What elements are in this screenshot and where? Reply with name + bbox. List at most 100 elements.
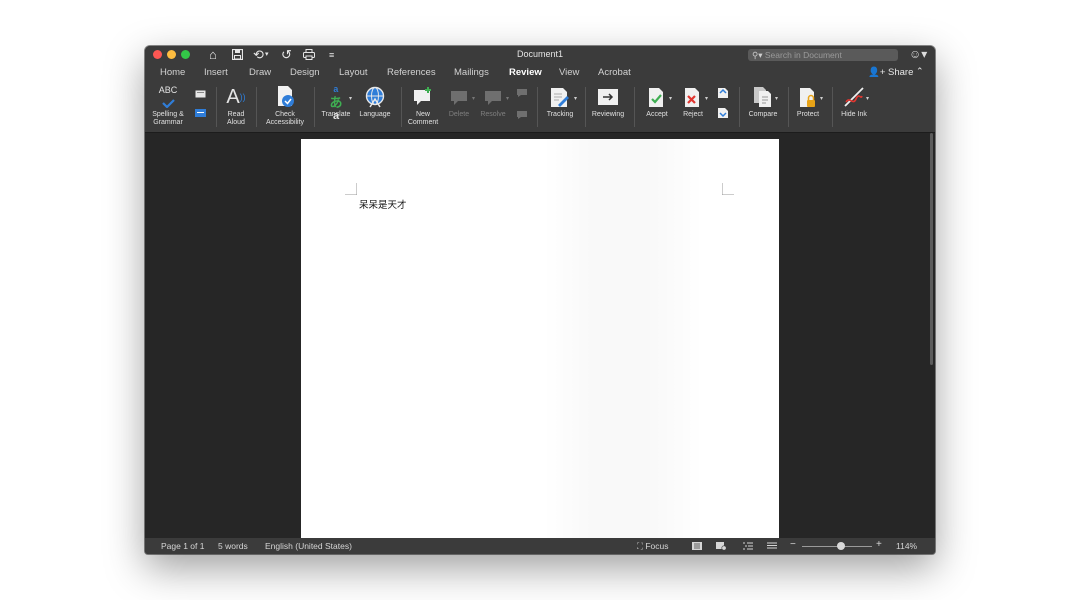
web-layout-view-icon[interactable]	[716, 542, 726, 550]
tab-design[interactable]: Design	[290, 67, 320, 78]
word-count[interactable]: 5 words	[218, 541, 248, 551]
resolve-comment-icon	[485, 91, 501, 105]
ribbon-separator	[314, 87, 315, 127]
word-count-icon	[195, 109, 206, 117]
outline-view-icon[interactable]	[743, 542, 753, 550]
next-change-icon[interactable]	[717, 107, 729, 119]
tab-review[interactable]: Review	[509, 67, 542, 78]
ribbon-separator	[585, 87, 586, 127]
read-aloud-icon: A))	[226, 86, 246, 108]
tab-mailings[interactable]: Mailings	[454, 67, 489, 78]
resolve-comment-button[interactable]: ▾ Resolve	[480, 82, 509, 132]
reject-change-icon	[685, 88, 699, 107]
ribbon-separator	[739, 87, 740, 127]
language-globe-icon	[365, 86, 385, 108]
translate-button[interactable]: ᵃあ a ▾ Translate	[321, 82, 352, 132]
search-input[interactable]: ⚲▾ Search in Document	[748, 49, 898, 61]
read-aloud-button[interactable]: A)) Read Aloud	[221, 82, 251, 132]
tab-references[interactable]: References	[387, 67, 436, 78]
resolve-label: Resolve	[480, 111, 506, 118]
accept-button[interactable]: ▾ Accept	[642, 82, 672, 132]
new-comment-icon	[414, 87, 431, 105]
protect-document-icon	[800, 88, 815, 107]
feedback-smiley-icon[interactable]: ☺▾	[909, 47, 927, 61]
reviewing-pane-icon	[598, 89, 618, 105]
tab-insert[interactable]: Insert	[204, 67, 228, 78]
document-page[interactable]: 呆呆是天才	[301, 139, 779, 539]
ribbon-separator	[634, 87, 635, 127]
tab-layout[interactable]: Layout	[339, 67, 368, 78]
reject-button[interactable]: ▾ Reject	[679, 82, 708, 132]
title-bar: ⌂ ⟲ ▾ ↺ ≡ Document1 ⚲▾ Search in Documen…	[145, 46, 935, 64]
compare-dropdown-icon[interactable]: ▾	[775, 95, 778, 102]
tab-acrobat[interactable]: Acrobat	[598, 67, 631, 78]
check-accessibility-label: Check Accessibility	[265, 111, 305, 126]
tab-home[interactable]: Home	[160, 67, 185, 78]
accessibility-icon	[278, 86, 294, 107]
next-comment-icon[interactable]	[516, 110, 528, 120]
read-aloud-label: Read Aloud	[227, 111, 245, 126]
compare-documents-icon	[754, 87, 771, 107]
new-comment-button[interactable]: New Comment	[408, 82, 438, 132]
spelling-check-icon: ABC	[156, 85, 180, 109]
ribbon-tabs: Home Insert Draw Design Layout Reference…	[145, 64, 935, 82]
share-label: Share	[888, 67, 914, 78]
top-left-margin-mark	[345, 183, 357, 195]
page-shade	[543, 139, 703, 539]
zoom-in-button[interactable]: +	[876, 539, 882, 550]
delete-dropdown-icon[interactable]: ▾	[472, 95, 475, 102]
previous-change-icon[interactable]	[717, 87, 729, 99]
comment-navigation	[515, 82, 529, 132]
translate-dropdown-icon[interactable]: ▾	[349, 95, 352, 102]
protect-dropdown-icon[interactable]: ▾	[820, 95, 823, 102]
focus-button[interactable]: ⛶ Focus	[637, 541, 668, 552]
protect-button[interactable]: ▾ Protect	[793, 82, 823, 132]
hide-ink-dropdown-icon[interactable]: ▾	[866, 95, 869, 102]
tracking-dropdown-icon[interactable]: ▾	[574, 95, 577, 102]
tab-draw[interactable]: Draw	[249, 67, 271, 78]
reject-dropdown-icon[interactable]: ▾	[705, 95, 708, 102]
word-window: ⌂ ⟲ ▾ ↺ ≡ Document1 ⚲▾ Search in Documen…	[145, 46, 935, 554]
hide-ink-icon	[844, 87, 864, 107]
document-canvas: 呆呆是天才	[145, 133, 935, 539]
zoom-out-button[interactable]: −	[790, 539, 796, 550]
collapse-ribbon-icon[interactable]: ⌃	[916, 66, 924, 77]
thesaurus-icon	[195, 90, 206, 98]
compare-button[interactable]: ▾ Compare	[745, 82, 781, 132]
previous-comment-icon[interactable]	[516, 88, 528, 98]
reviewing-button[interactable]: Reviewing	[590, 82, 626, 132]
thesaurus-button[interactable]	[193, 82, 207, 132]
draft-view-icon[interactable]	[767, 542, 777, 550]
vertical-scrollbar[interactable]	[930, 133, 933, 365]
accept-dropdown-icon[interactable]: ▾	[669, 95, 672, 102]
review-ribbon: ABC Spelling & Grammar A)) Read Aloud Ch…	[145, 82, 935, 133]
delete-comment-button[interactable]: ▾ Delete	[447, 82, 475, 132]
reviewing-label: Reviewing	[591, 111, 625, 118]
change-navigation	[716, 82, 730, 132]
hide-ink-button[interactable]: ▾ Hide Ink	[837, 82, 871, 132]
translate-icon: ᵃあ a	[329, 83, 343, 122]
protect-label: Protect	[796, 111, 820, 118]
reject-label: Reject	[683, 111, 703, 118]
track-changes-icon	[551, 88, 569, 107]
resolve-dropdown-icon[interactable]: ▾	[506, 95, 509, 102]
add-person-icon: 👤+	[868, 67, 886, 78]
ribbon-separator	[537, 87, 538, 127]
document-body-text[interactable]: 呆呆是天才	[359, 197, 407, 211]
delete-comment-icon	[451, 91, 467, 105]
spelling-grammar-button[interactable]: ABC Spelling & Grammar	[150, 82, 186, 132]
focus-label: Focus	[645, 541, 669, 551]
tracking-button[interactable]: ▾ Tracking	[542, 82, 578, 132]
zoom-slider-thumb[interactable]	[837, 542, 846, 550]
status-bar: Page 1 of 1 5 words English (United Stat…	[145, 538, 935, 554]
search-placeholder: Search in Document	[764, 50, 842, 60]
check-accessibility-button[interactable]: Check Accessibility	[265, 82, 305, 132]
print-layout-view-icon[interactable]	[692, 542, 702, 550]
tab-view[interactable]: View	[559, 67, 579, 78]
language-button[interactable]: Language	[358, 82, 392, 132]
language-status[interactable]: English (United States)	[265, 541, 352, 551]
share-button[interactable]: 👤+ Share	[868, 67, 913, 78]
page-count[interactable]: Page 1 of 1	[161, 541, 204, 551]
hide-ink-label: Hide Ink	[841, 111, 867, 118]
zoom-level[interactable]: 114%	[896, 541, 917, 551]
